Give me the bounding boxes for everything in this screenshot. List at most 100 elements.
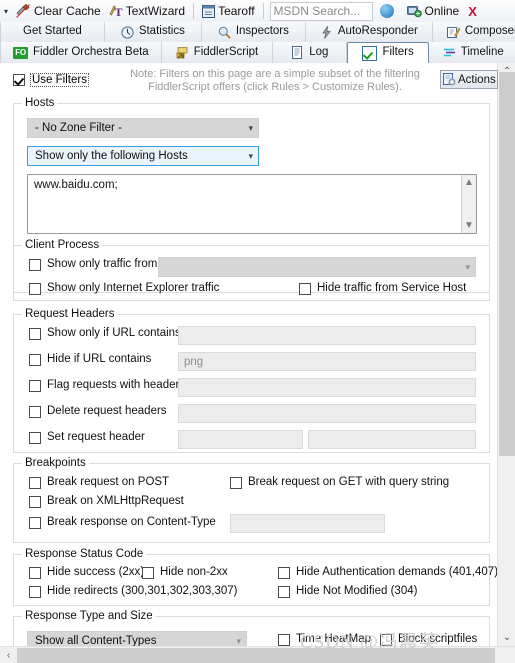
horizontal-scrollbar-thumb[interactable] <box>17 648 495 663</box>
flag-requests-with-headers-input[interactable] <box>178 378 476 397</box>
block-scriptfiles-row[interactable]: Block scriptfiles <box>380 633 477 646</box>
toolbar-divider-1 <box>193 3 195 19</box>
break-on-xhr-checkbox[interactable] <box>29 495 41 508</box>
online-icon <box>406 4 422 18</box>
hide-auth-checkbox[interactable] <box>278 566 290 579</box>
response-status-group: Response Status Code Hide success (2xx) … <box>13 548 497 606</box>
tab-log[interactable]: Log <box>273 42 348 63</box>
hide-if-url-contains-checkbox[interactable] <box>29 353 41 366</box>
request-headers-group-title: Request Headers <box>22 308 118 320</box>
show-only-url-contains-input[interactable] <box>178 326 476 345</box>
tab-get-started[interactable]: Get Started <box>0 22 105 42</box>
tab-inspectors[interactable]: Inspectors <box>202 22 306 42</box>
break-request-on-get-checkbox[interactable] <box>230 476 242 489</box>
tab-inspectors-label: Inspectors <box>235 25 289 38</box>
response-status-group-title: Response Status Code <box>22 548 147 560</box>
tearoff-button[interactable]: Tearoff <box>198 1 258 21</box>
client-process-dropdown[interactable]: ▾ <box>158 257 476 277</box>
set-request-header-checkbox[interactable] <box>29 431 41 444</box>
time-heatmap-label: Time HeatMap <box>296 633 371 645</box>
use-filters-label: Use Filters <box>30 73 89 87</box>
online-label: Online <box>424 4 460 18</box>
zone-filter-dropdown[interactable]: - No Zone Filter - ▾ <box>27 118 259 138</box>
vertical-scrollbar[interactable]: ⌃ ⌄ <box>497 63 515 646</box>
set-request-header-name-input[interactable] <box>178 430 303 449</box>
break-on-xhr-label: Break on XMLHttpRequest <box>47 495 184 507</box>
flag-requests-with-headers-checkbox[interactable] <box>29 379 41 392</box>
hide-if-url-contains-input[interactable]: png <box>178 352 476 371</box>
tab-timeline[interactable]: Timeline <box>429 42 515 63</box>
host-filter-dropdown[interactable]: Show only the following Hosts ▾ <box>27 146 259 166</box>
hosts-group-title: Hosts <box>22 97 58 109</box>
block-scriptfiles-label: Block scriptfiles <box>398 633 478 645</box>
tab-statistics[interactable]: Statistics <box>105 22 202 42</box>
hide-redirects-checkbox[interactable] <box>29 585 41 598</box>
show-only-url-contains-checkbox[interactable] <box>29 327 41 340</box>
break-response-on-content-type-input[interactable] <box>230 514 385 533</box>
block-scriptfiles-checkbox[interactable] <box>380 633 392 646</box>
hide-if-url-contains-row[interactable]: Hide if URL contains <box>29 353 151 366</box>
set-request-header-row[interactable]: Set request header <box>29 431 145 444</box>
tab-composer-label: Composer <box>464 25 515 38</box>
toolbar-overflow-caret[interactable]: ▾ <box>0 7 12 16</box>
hide-not-modified-row[interactable]: Hide Not Modified (304) <box>278 585 417 598</box>
break-request-on-post-row[interactable]: Break request on POST <box>29 476 169 489</box>
scroll-down-icon[interactable]: ⌄ <box>498 629 515 646</box>
scroll-left-icon[interactable]: ‹ <box>0 647 17 663</box>
show-only-url-contains-row[interactable]: Show only if URL contains <box>29 327 181 340</box>
hide-redirects-row[interactable]: Hide redirects (300,301,302,303,307) <box>29 585 238 598</box>
break-response-on-content-type-checkbox[interactable] <box>29 516 41 529</box>
time-heatmap-checkbox[interactable] <box>278 633 290 646</box>
tab-filters[interactable]: Filters <box>347 42 429 63</box>
horizontal-scrollbar[interactable]: ‹ <box>0 646 515 663</box>
time-heatmap-row[interactable]: Time HeatMap <box>278 633 371 646</box>
delete-request-headers-input[interactable] <box>178 404 476 423</box>
show-only-ie-checkbox[interactable] <box>29 282 41 295</box>
close-icon[interactable]: X <box>463 4 482 19</box>
hide-if-url-contains-value: png <box>184 355 204 368</box>
msdn-search-input[interactable]: MSDN Search... <box>269 1 373 21</box>
clear-cache-button[interactable]: Clear Cache <box>12 1 105 21</box>
flag-requests-with-headers-row[interactable]: Flag requests with headers <box>29 379 185 392</box>
clear-cache-label: Clear Cache <box>34 4 101 18</box>
host-list-scrollbar[interactable]: ▲ ▼ <box>461 175 476 233</box>
tab-fiddlerscript[interactable]: JS FiddlerScript <box>162 42 274 63</box>
hide-service-host-row[interactable]: Hide traffic from Service Host <box>299 282 466 295</box>
filters-note-line2: FiddlerScript offers (click Rules > Cust… <box>148 81 402 93</box>
help-icon[interactable] <box>379 4 394 18</box>
delete-request-headers-checkbox[interactable] <box>29 405 41 418</box>
hide-auth-row[interactable]: Hide Authentication demands (401,407) <box>278 566 497 579</box>
show-only-traffic-from-checkbox[interactable] <box>29 258 41 271</box>
set-request-header-value-input[interactable] <box>308 430 476 449</box>
break-response-on-content-type-row[interactable]: Break response on Content-Type <box>29 516 216 529</box>
timeline-icon <box>443 46 456 59</box>
online-button[interactable]: Online <box>403 1 464 21</box>
show-only-traffic-from-row[interactable]: Show only traffic from <box>29 258 157 271</box>
break-on-xhr-row[interactable]: Break on XMLHttpRequest <box>29 495 184 508</box>
hide-non2xx-row[interactable]: Hide non-2xx <box>142 566 228 579</box>
host-list-textarea[interactable]: www.baidu.com; ▲ ▼ <box>27 174 477 234</box>
hide-non2xx-checkbox[interactable] <box>142 566 154 579</box>
hide-success-checkbox[interactable] <box>29 566 41 579</box>
hide-not-modified-checkbox[interactable] <box>278 585 290 598</box>
content-type-dropdown[interactable]: Show all Content-Types ▾ <box>27 631 247 646</box>
show-only-ie-row[interactable]: Show only Internet Explorer traffic <box>29 282 219 295</box>
delete-request-headers-row[interactable]: Delete request headers <box>29 405 167 418</box>
break-request-on-get-row[interactable]: Break request on GET with query string <box>230 476 449 489</box>
chevron-down-icon: ▾ <box>248 122 253 133</box>
hide-success-row[interactable]: Hide success (2xx) <box>29 566 144 579</box>
text-wizard-button[interactable]: T TextWizard <box>105 1 189 21</box>
tab-composer[interactable]: Composer <box>433 22 515 42</box>
actions-label: Actions <box>458 73 496 86</box>
break-request-on-get-label: Break request on GET with query string <box>248 476 450 488</box>
break-request-on-post-checkbox[interactable] <box>29 476 41 489</box>
scroll-up-icon[interactable]: ▲ <box>464 177 474 188</box>
vertical-scrollbar-thumb[interactable] <box>499 72 515 456</box>
actions-button[interactable]: Actions <box>440 70 498 89</box>
tab-autoresponder[interactable]: AutoResponder <box>306 22 433 42</box>
tab-fiddler-orchestra[interactable]: FO Fiddler Orchestra Beta <box>0 42 162 63</box>
use-filters-checkbox[interactable] <box>13 74 25 86</box>
hide-service-host-checkbox[interactable] <box>299 282 311 295</box>
use-filters-row[interactable]: Use Filters <box>13 73 89 87</box>
scroll-down-icon[interactable]: ▼ <box>464 220 474 231</box>
